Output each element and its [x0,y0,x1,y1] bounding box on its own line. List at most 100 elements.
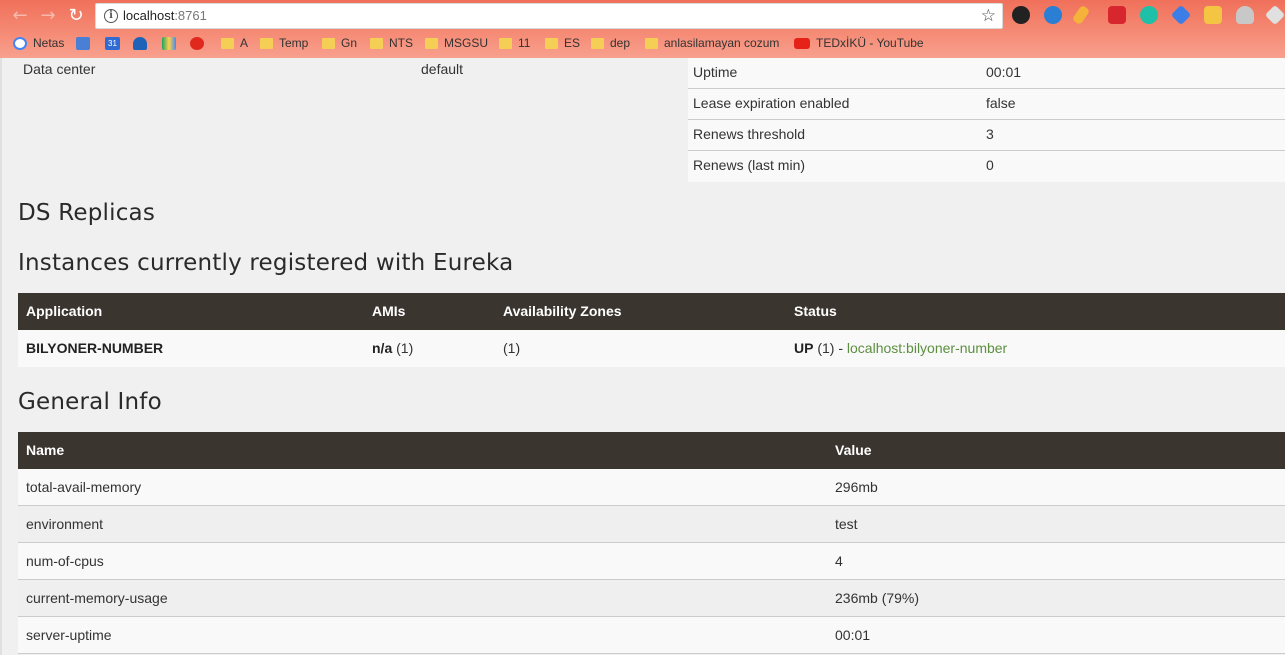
drive-icon [162,36,176,50]
table-row: current-memory-usage 236mb (79%) [18,580,1285,617]
bookmark-drive[interactable] [162,35,182,51]
instances-table: Application AMIs Availability Zones Stat… [18,293,1285,367]
page-edge [0,58,2,655]
info-value: 4 [835,553,843,569]
app-name: BILYONER-NUMBER [26,340,164,356]
info-name: environment [26,516,104,532]
calendar-icon: 31 [105,36,120,50]
general-info-table: Name Value total-avail-memory 296mb envi… [18,432,1285,654]
back-arrow-icon[interactable]: ← [10,6,30,26]
folder-icon [425,37,438,49]
bookmark-inbox[interactable] [76,35,96,51]
folder-icon [260,37,273,49]
folder-icon [591,37,604,49]
bookmark-folder-dep[interactable]: dep [591,35,630,51]
forward-arrow-icon[interactable]: → [38,6,58,26]
gray-diamond-extension-icon[interactable] [1264,4,1285,26]
instances-heading: Instances currently registered with Eure… [18,250,514,276]
reload-icon[interactable]: ↻ [66,6,86,26]
table-header: Name Value [18,432,1285,469]
bookmark-folder-temp[interactable]: Temp [260,35,308,51]
bookmark-onedrive[interactable] [133,35,153,51]
info-icon[interactable]: i [104,9,118,23]
table-row: num-of-cpus 4 [18,543,1285,580]
env-row-label: Data center [23,61,96,77]
status-cell: UP (1) - localhost:bilyoner-number [794,340,1008,356]
youtube-icon [794,37,810,49]
table-row: Renews (last min) 0 [688,151,1285,182]
folder-icon [499,37,512,49]
tomato-icon [190,36,204,50]
status-table: Uptime 00:01 Lease expiration enabled fa… [688,58,1285,182]
circle-extension-icon[interactable] [1044,6,1062,24]
bookmark-folder-nts[interactable]: NTS [370,35,413,51]
info-value: 236mb (79%) [835,590,920,606]
bookmark-folder-gn[interactable]: Gn [322,35,357,51]
status-value: 0 [986,157,994,173]
forward-extension-icon[interactable] [1108,6,1126,24]
col-value: Value [835,442,872,458]
panda-extension-icon[interactable] [1012,6,1030,24]
info-value: 00:01 [835,627,871,643]
brush-extension-icon[interactable] [1071,4,1091,26]
status-label: Lease expiration enabled [693,95,850,111]
envelope-icon [76,36,90,50]
bookmark-folder-es[interactable]: ES [545,35,580,51]
status-value: false [986,95,1016,111]
diamond-extension-icon[interactable] [1170,4,1192,26]
bookmark-calendar[interactable]: 31 [105,35,126,51]
zones-cell: (1) [503,340,521,356]
col-application: Application [26,303,103,319]
bookmark-folder-a[interactable]: A [221,35,248,51]
bookmark-tomato[interactable] [190,35,210,51]
general-info-heading: General Info [18,389,162,415]
info-name: server-uptime [26,627,112,643]
m-extension-icon[interactable] [1140,6,1158,24]
drive-extension-icon[interactable] [1236,6,1254,24]
instance-link[interactable]: localhost:bilyoner-number [847,340,1007,356]
status-value: 3 [986,126,994,142]
bookmarks-bar: Netas 31 A Temp Gn NTS MSGSU 11 ES dep a… [0,33,1285,53]
env-row-value: default [421,61,464,77]
col-zones: Availability Zones [503,303,622,319]
table-row: Renews threshold 3 [688,120,1285,151]
status-label: Uptime [693,64,738,80]
bookmark-folder-11[interactable]: 11 [499,35,530,51]
browser-toolbar: ← → ↻ i localhost:8761 ☆ Netas 31 A Temp… [0,0,1285,58]
cloud-icon [133,36,147,50]
info-value: 296mb [835,479,878,495]
folder-icon [545,37,558,49]
face-extension-icon[interactable] [1204,6,1222,24]
table-row: Lease expiration enabled false [688,89,1285,120]
status-label: Renews threshold [693,126,806,142]
folder-icon [221,37,234,49]
col-name: Name [26,442,65,458]
folder-icon [645,37,658,49]
table-header: Application AMIs Availability Zones Stat… [18,293,1285,330]
info-name: current-memory-usage [26,590,168,606]
status-value: 00:01 [986,64,1022,80]
table-row: total-avail-memory 296mb [18,469,1285,506]
eureka-dashboard: Data center default Uptime 00:01 Lease e… [0,58,1285,655]
address-bar[interactable]: i localhost:8761 ☆ [95,3,1003,29]
folder-icon [370,37,383,49]
bookmark-netas[interactable]: Netas [13,35,64,51]
folder-icon [322,37,335,49]
google-icon [13,36,27,50]
col-amis: AMIs [372,303,406,319]
info-name: total-avail-memory [26,479,142,495]
status-label: Renews (last min) [693,157,806,173]
col-status: Status [794,303,837,319]
table-row: Uptime 00:01 [688,58,1285,89]
url-text: localhost:8761 [123,8,207,23]
info-name: num-of-cpus [26,553,104,569]
bookmark-folder-anlasilamayan[interactable]: anlasilamayan cozum [645,35,785,51]
info-value: test [835,516,858,532]
bookmark-star-icon[interactable]: ☆ [981,6,996,26]
bookmark-youtube[interactable]: TEDxİKÜ - YouTube [794,35,924,51]
ds-replicas-heading: DS Replicas [18,200,156,226]
table-row: server-uptime 00:01 [18,617,1285,654]
bookmark-folder-msgsu[interactable]: MSGSU [425,35,488,51]
table-row: BILYONER-NUMBER n/a (1) (1) UP (1) - loc… [18,330,1285,367]
table-row: environment test [18,506,1285,543]
